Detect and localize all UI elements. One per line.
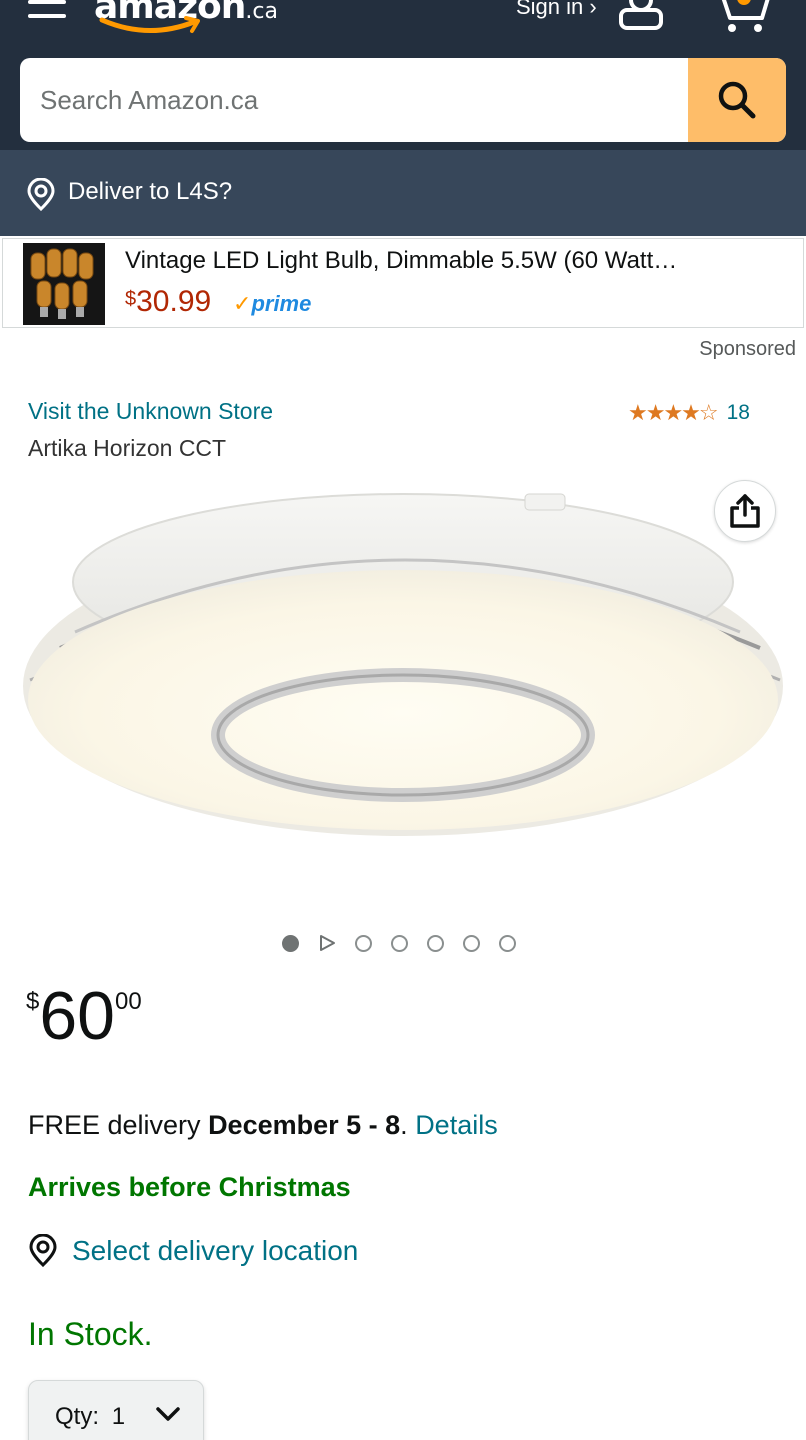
search-button[interactable] [688,58,786,142]
product-image[interactable] [20,490,790,840]
details-link[interactable]: Details [415,1110,498,1140]
video-play-icon[interactable] [318,934,336,952]
price-symbol: $ [26,988,40,1015]
prime-label: prime [251,291,312,316]
ad-price: $30.99 [125,285,211,319]
deliver-to-bar[interactable]: Deliver to L4S? [0,150,806,236]
star-rating-icon: ★★★★☆ [628,400,719,425]
menu-icon[interactable] [28,0,68,24]
visit-store-link[interactable]: Visit the Unknown Store [28,398,273,425]
location-pin-icon [29,1234,57,1268]
carousel-dot[interactable] [391,934,408,952]
carousel-dot[interactable] [282,934,299,952]
user-icon[interactable] [616,0,666,32]
product-rating[interactable]: ★★★★☆ 18 [628,400,750,426]
rating-count: 18 [726,401,750,424]
select-location-label: Select delivery location [72,1235,359,1266]
price-fraction: 00 [115,988,142,1015]
prime-check-icon: ✓ [233,291,252,316]
delivery-date: December 5 - 8 [208,1110,401,1140]
price-whole: 60 [39,978,115,1054]
carousel-dot[interactable] [427,934,444,952]
sponsored-ad-banner[interactable]: Vintage LED Light Bulb, Dimmable 5.5W (6… [2,238,804,328]
quantity-selector[interactable]: Qty: 1 [28,1380,204,1440]
free-delivery-label: FREE delivery [28,1110,209,1140]
product-title: Artika Horizon CCT [28,435,227,461]
search-icon [718,81,756,119]
sponsored-label[interactable]: Sponsored [699,338,796,361]
qty-label: Qty: [55,1403,100,1430]
top-header: amazon.ca Sign in › [0,0,806,150]
ad-price-value: 30.99 [136,285,212,318]
ad-price-symbol: $ [125,288,137,310]
delivery-info: FREE delivery December 5 - 8. Details [28,1110,498,1141]
product-price: $ 60 00 [26,980,142,1052]
ad-product-thumbnail [23,243,105,325]
carousel-dot[interactable] [499,934,516,952]
search-bar [20,58,786,142]
sign-in-link[interactable]: Sign in › [516,0,597,20]
ad-title: Vintage LED Light Bulb, Dimmable 5.5W (6… [125,247,678,274]
cart-icon[interactable] [710,0,772,34]
carousel-dot[interactable] [355,934,372,952]
logo-tld: .ca [245,0,278,24]
delivery-period: . [400,1110,416,1140]
stock-status: In Stock. [28,1316,153,1352]
logo-smile-icon [99,16,200,33]
carousel-dot[interactable] [463,934,480,952]
prime-badge: ✓prime [233,291,311,317]
search-input[interactable] [20,58,690,142]
location-pin-icon [27,178,55,212]
deliver-to-label: Deliver to L4S? [68,178,233,205]
arrives-before-christmas: Arrives before Christmas [28,1172,351,1202]
image-carousel-dots[interactable] [282,934,516,952]
qty-value: 1 [111,1403,126,1430]
select-delivery-location[interactable]: Select delivery location [28,1234,358,1268]
chevron-down-icon [156,1407,180,1421]
